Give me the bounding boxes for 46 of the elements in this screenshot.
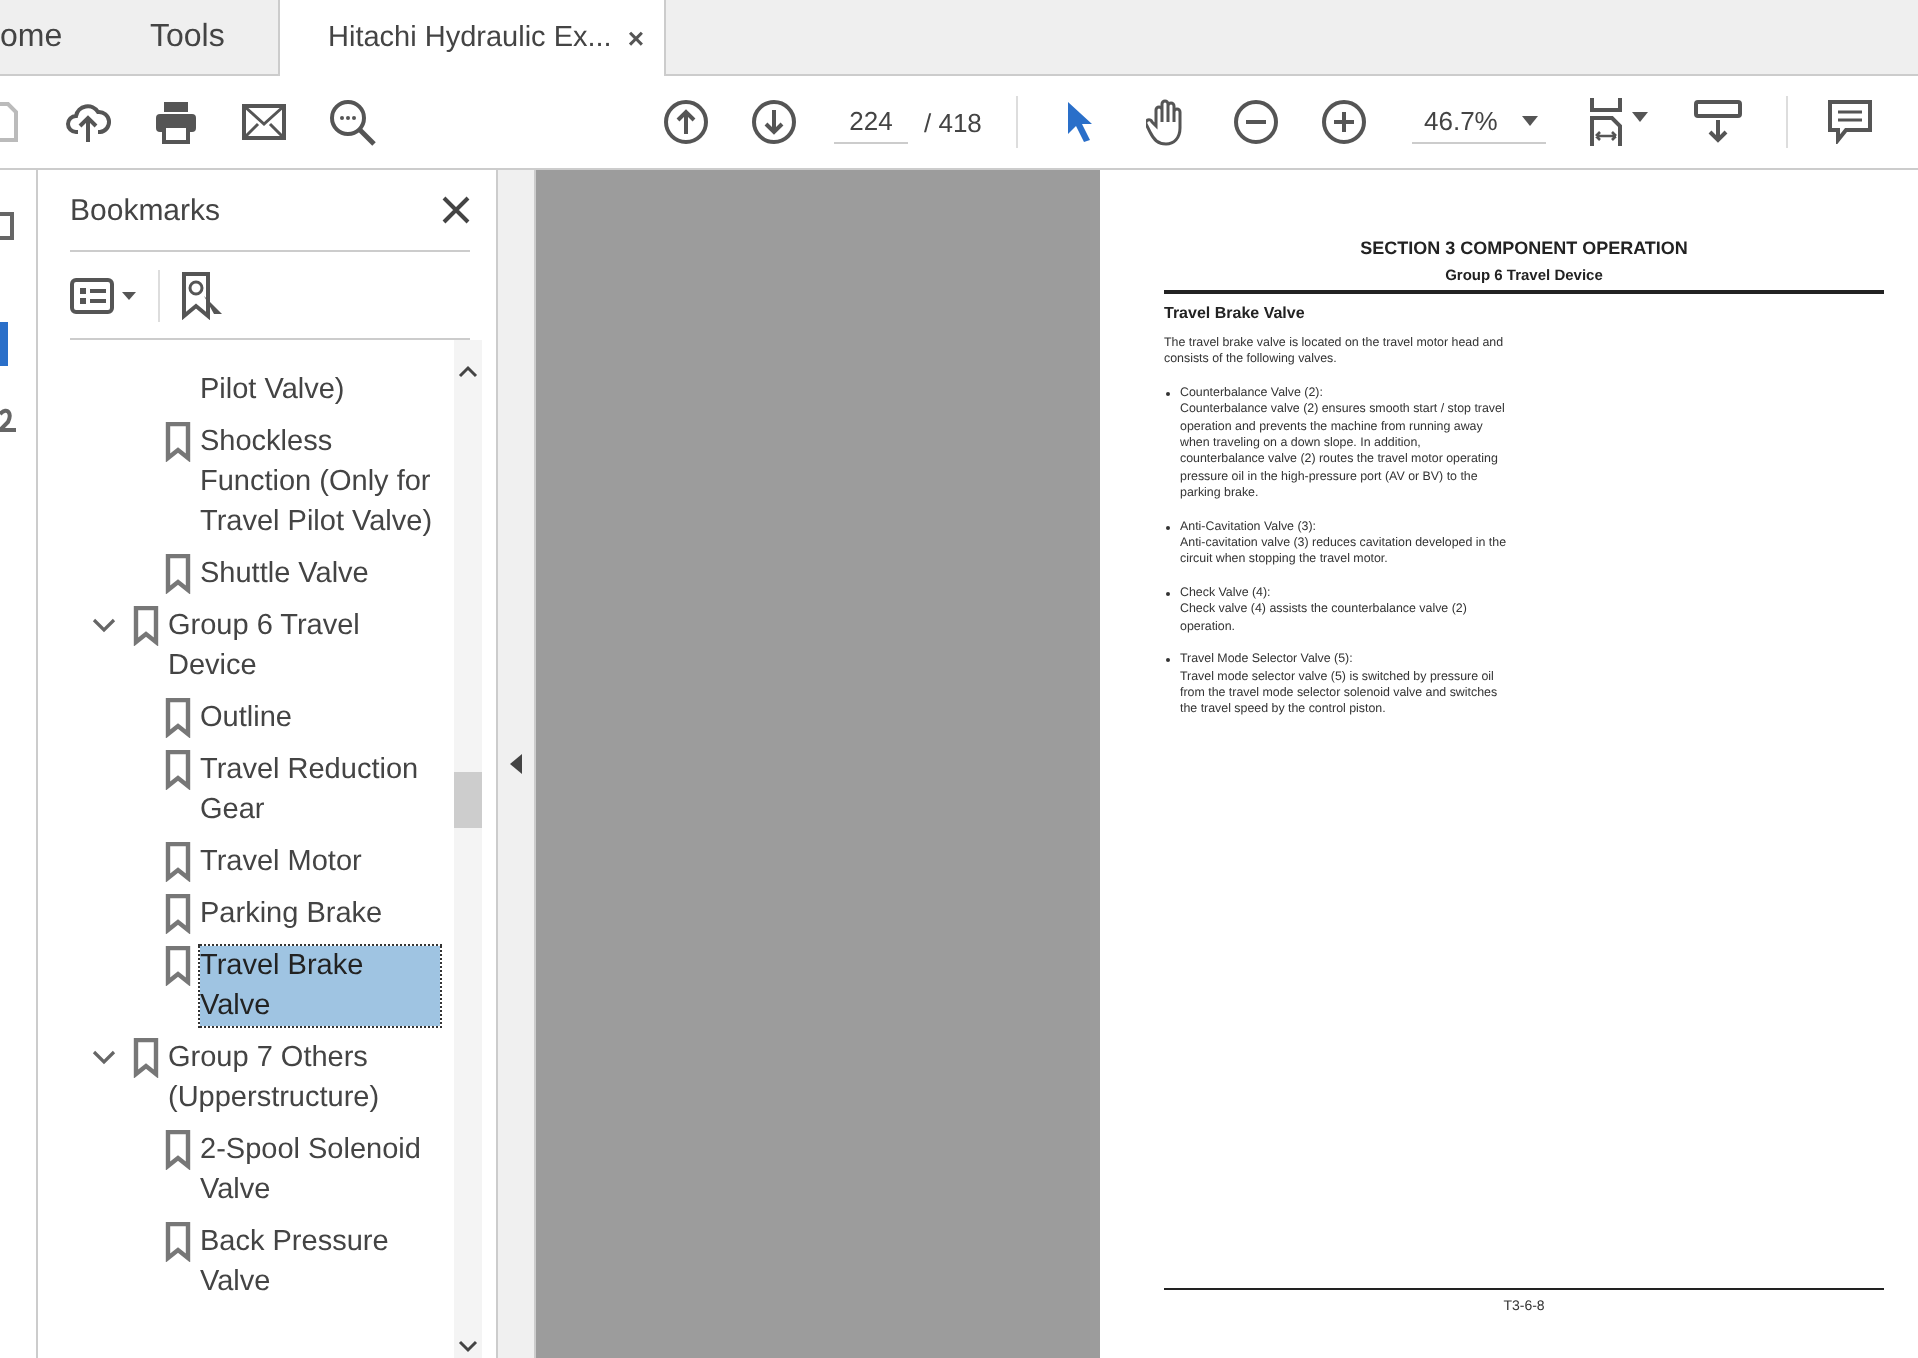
- section-title: SECTION 3 COMPONENT OPERATION: [1358, 238, 1690, 258]
- scroll-thumb[interactable]: [454, 772, 482, 828]
- tab[interactable]: Tools: [138, 0, 278, 74]
- bookmark-icon: [164, 750, 192, 790]
- panel-title: Bookmarks: [70, 193, 221, 227]
- zoom-dropdown[interactable]: 46.7%: [1412, 100, 1546, 144]
- close-tab-button[interactable]: ×: [627, 22, 645, 54]
- page-total: / 418: [924, 107, 984, 137]
- bookmark-item[interactable]: Group 6 Travel Device: [168, 606, 424, 686]
- bookmark-icon: [132, 1038, 160, 1078]
- bookmark-item[interactable]: 2-Spool Solenoid Valve: [200, 1130, 440, 1210]
- bookmark-item[interactable]: Outline: [200, 698, 440, 738]
- bookmark-item[interactable]: Parking Brake: [200, 894, 440, 934]
- bookmark-item[interactable]: Shuttle Valve: [200, 554, 440, 594]
- find-bookmark-icon[interactable]: [180, 271, 224, 319]
- page-number-field[interactable]: 224: [834, 100, 908, 144]
- bookmark-item[interactable]: Travel Brake Valve: [200, 946, 440, 1026]
- page-thumbnail-icon[interactable]: [0, 210, 16, 242]
- chevron-icon[interactable]: [92, 618, 116, 634]
- bookmark-item[interactable]: Travel Motor: [200, 842, 440, 882]
- bookmark-item[interactable]: Back Pressure Valve: [200, 1222, 440, 1302]
- scrollbar[interactable]: [454, 340, 482, 1358]
- bookmark-icon: [164, 1222, 192, 1262]
- bookmark-icon: [164, 1130, 192, 1170]
- chevron-icon[interactable]: [92, 1050, 116, 1066]
- bookmark-icon: [164, 894, 192, 934]
- tab[interactable]: Hitachi Hydraulic Ex... ×: [278, 0, 667, 76]
- caret-icon: [1522, 116, 1538, 126]
- bookmark-icon: [164, 554, 192, 594]
- bookmark-item[interactable]: Travel Reduction Gear: [200, 750, 440, 830]
- bookmark-item[interactable]: Group 7 Others (Upperstructure): [168, 1038, 424, 1118]
- bookmark-icon: [164, 946, 192, 986]
- scroll-down-icon[interactable]: [458, 1340, 478, 1354]
- close-icon[interactable]: [442, 196, 470, 224]
- collapse-panel-handle[interactable]: [498, 170, 536, 1358]
- scroll-up-icon[interactable]: [458, 364, 478, 378]
- bookmark-icon: [164, 422, 192, 462]
- bookmark-icon: [164, 698, 192, 738]
- tab[interactable]: ome: [0, 0, 138, 74]
- bookmark-icon: [164, 842, 192, 882]
- bookmark-item[interactable]: Shockless Function (Only for Travel Pilot Valve): [200, 422, 440, 542]
- page-heading: Travel Brake Valve: [1164, 304, 1307, 322]
- bookmark-item[interactable]: Pilot Valve): [200, 370, 440, 410]
- bookmark-icon: [132, 606, 160, 646]
- collapse-arrow-icon[interactable]: [510, 754, 522, 774]
- options-list-icon[interactable]: [70, 277, 138, 313]
